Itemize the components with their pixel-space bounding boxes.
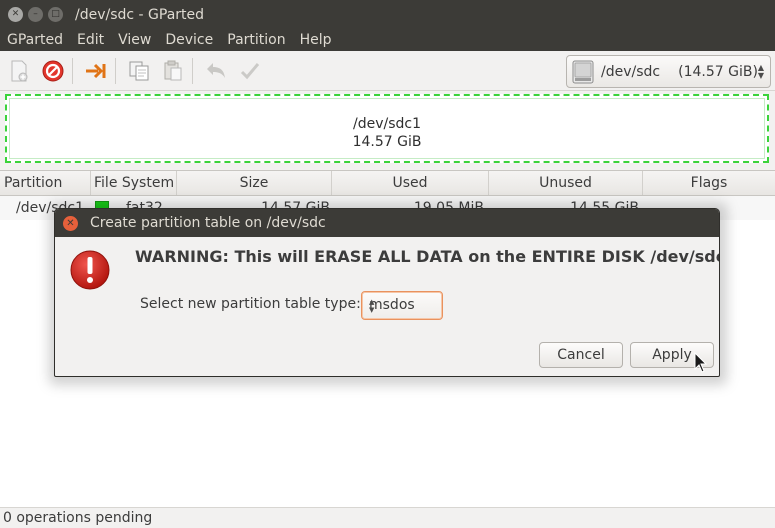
window-maximize-button[interactable]: □: [48, 7, 63, 22]
apply-icon: [240, 62, 260, 79]
window-close-button[interactable]: ✕: [8, 7, 23, 22]
toolbar-separator: [115, 57, 116, 84]
mouse-cursor-icon: [694, 352, 708, 373]
create-partition-table-dialog: ✕ Create partition table on /dev/sdc WAR…: [54, 208, 720, 377]
column-used[interactable]: Used: [332, 171, 489, 195]
disk-map-partition[interactable]: /dev/sdc1 14.57 GiB: [9, 98, 765, 159]
menu-view[interactable]: View: [111, 32, 158, 48]
dialog-title-bar: ✕ Create partition table on /dev/sdc: [55, 209, 719, 237]
cancel-button[interactable]: Cancel: [539, 342, 623, 368]
column-flags[interactable]: Flags: [643, 171, 775, 195]
disk-map[interactable]: /dev/sdc1 14.57 GiB: [5, 94, 769, 163]
window-minimize-button[interactable]: –: [28, 7, 43, 22]
device-size: (14.57 GiB): [678, 63, 758, 80]
dialog-title: Create partition table on /dev/sdc: [90, 215, 326, 231]
device-selector[interactable]: /dev/sdc (14.57 GiB) ▲ ▼: [566, 55, 771, 88]
column-size[interactable]: Size: [177, 171, 332, 195]
disk-map-partition-name: /dev/sdc1: [352, 116, 421, 132]
status-text: 0 operations pending: [3, 510, 153, 526]
table-header: Partition File System Size Used Unused F…: [0, 171, 775, 196]
menu-gparted[interactable]: GParted: [0, 32, 70, 48]
title-bar: ✕ – □ /dev/sdc - GParted: [0, 0, 775, 29]
paste-icon: [164, 60, 182, 80]
window-title: /dev/sdc - GParted: [75, 6, 205, 23]
undo-icon: [207, 62, 225, 78]
new-partition-button[interactable]: [4, 56, 34, 86]
copy-button[interactable]: [124, 56, 154, 86]
resize-move-button[interactable]: [81, 56, 111, 86]
menu-bar: GParted Edit View Device Partition Help: [0, 29, 775, 51]
dialog-close-button[interactable]: ✕: [63, 215, 78, 231]
disk-map-partition-size: 14.57 GiB: [352, 134, 422, 150]
column-partition[interactable]: Partition: [0, 171, 91, 195]
menu-device[interactable]: Device: [158, 32, 220, 48]
partition-table-type-select[interactable]: msdos ▲ ▼: [361, 291, 443, 320]
undo-button[interactable]: [201, 56, 231, 86]
paste-button[interactable]: [158, 56, 188, 86]
new-icon: [11, 60, 28, 81]
status-bar: 0 operations pending: [0, 507, 775, 528]
toolbar-separator: [192, 57, 193, 84]
menu-partition[interactable]: Partition: [220, 32, 292, 48]
warning-icon: [70, 250, 110, 290]
copy-icon: [129, 61, 149, 80]
toolbar: /dev/sdc (14.57 GiB) ▲ ▼: [0, 51, 775, 91]
resize-move-icon: [86, 63, 106, 78]
toolbar-separator: [72, 57, 73, 84]
apply-button[interactable]: [235, 56, 265, 86]
chevron-updown-icon: ▲ ▼: [369, 298, 375, 314]
column-filesystem[interactable]: File System: [91, 171, 177, 195]
delete-partition-button[interactable]: [38, 56, 68, 86]
harddisk-icon: [572, 60, 594, 83]
chevron-updown-icon: ▲ ▼: [757, 63, 764, 80]
menu-edit[interactable]: Edit: [70, 32, 111, 48]
partition-table-type-label: Select new partition table type:: [140, 296, 361, 312]
column-unused[interactable]: Unused: [489, 171, 643, 195]
device-name: /dev/sdc: [601, 63, 661, 80]
delete-icon: [42, 60, 64, 81]
menu-help[interactable]: Help: [293, 32, 339, 48]
warning-text: WARNING: This will ERASE ALL DATA on the…: [135, 247, 720, 266]
